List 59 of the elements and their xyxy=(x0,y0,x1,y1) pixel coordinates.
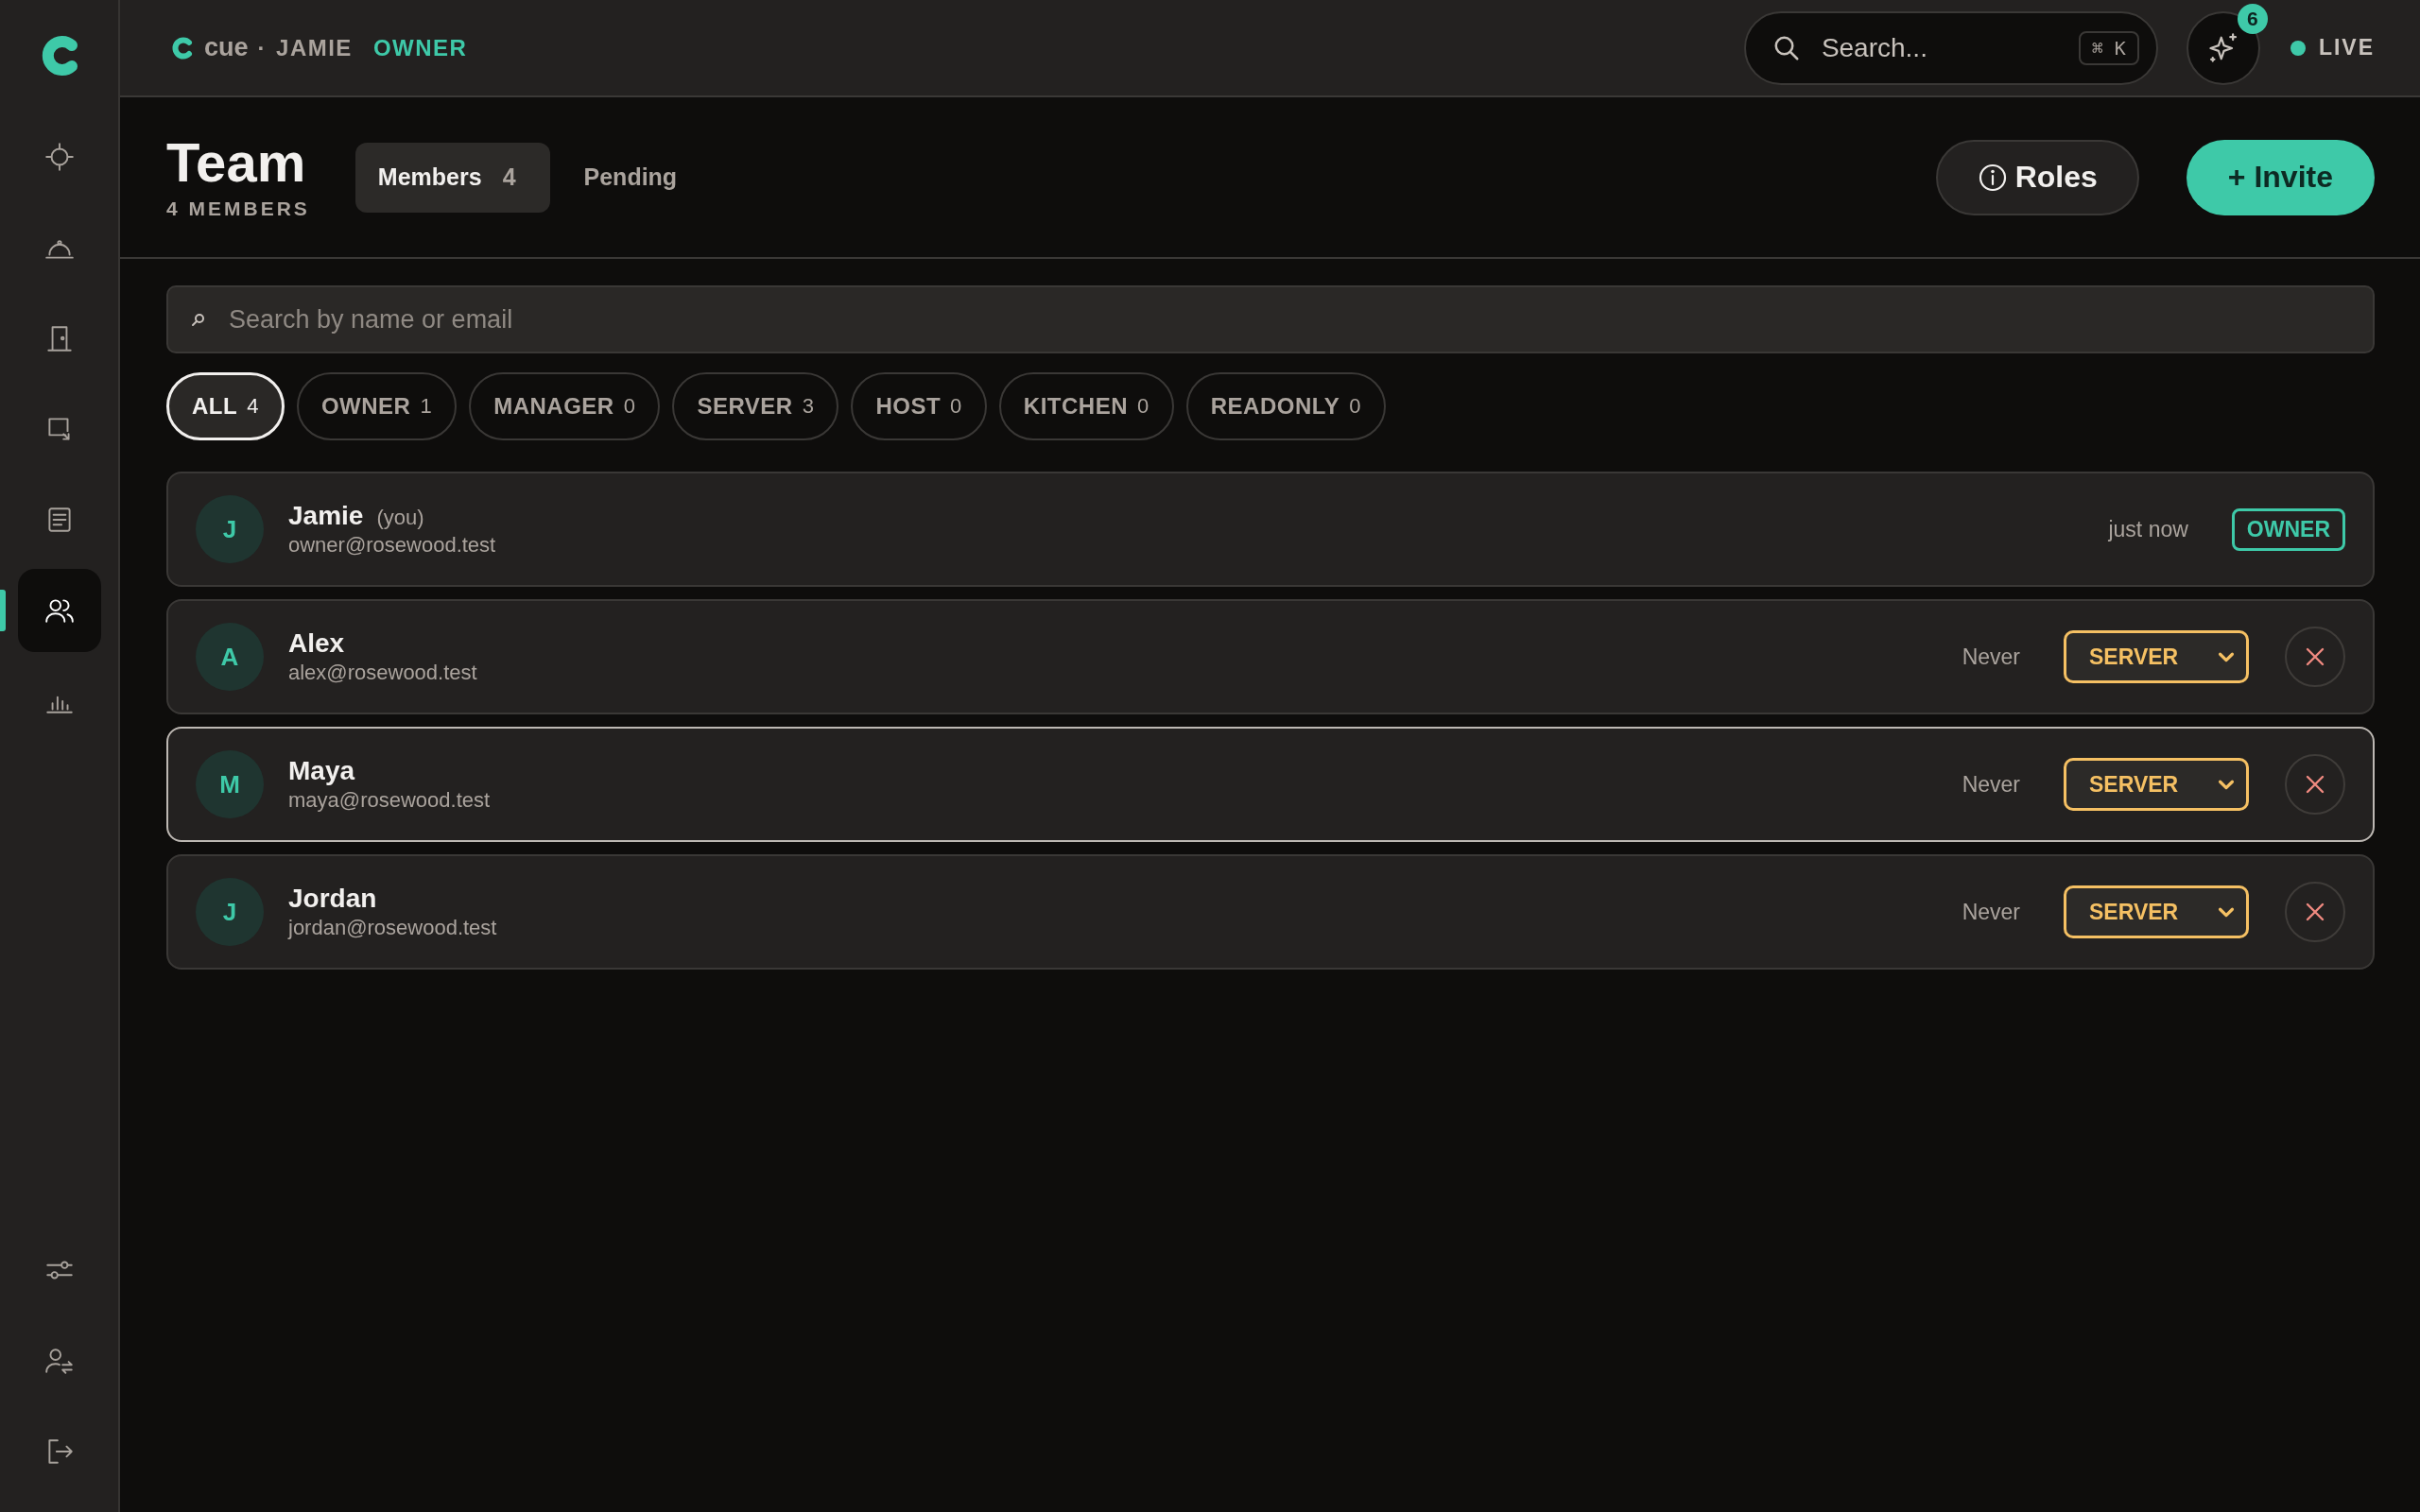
member-row[interactable]: J Jordan jordan@rosewood.test Never SERVER xyxy=(166,854,2375,970)
member-email: alex@rosewood.test xyxy=(288,661,478,685)
member-email: owner@rosewood.test xyxy=(288,533,497,558)
role-select[interactable]: SERVER xyxy=(2064,885,2249,938)
member-name: Maya xyxy=(288,756,355,786)
filter-chip[interactable]: ALL 4 xyxy=(166,372,285,440)
logo-icon xyxy=(170,35,195,60)
member-row[interactable]: M Maya maya@rosewood.test Never SERVER xyxy=(166,727,2375,842)
filter-chip[interactable]: READONLY 0 xyxy=(1185,372,1386,440)
role-badge: OWNER xyxy=(2231,507,2345,551)
role-select[interactable]: SERVER xyxy=(2064,758,2249,811)
user-role: OWNER xyxy=(372,34,468,61)
nav-item[interactable] xyxy=(17,569,101,652)
role-select[interactable]: SERVER xyxy=(2064,630,2249,683)
brand-name: cue xyxy=(204,33,249,62)
status-dot xyxy=(2290,40,2306,56)
close-icon xyxy=(2304,901,2326,923)
close-icon xyxy=(2304,773,2326,796)
member-email: jordan@rosewood.test xyxy=(288,916,498,940)
member-name: Jordan xyxy=(288,884,377,914)
filter-chip[interactable]: HOST 0 xyxy=(851,372,987,440)
active-indicator xyxy=(0,590,6,631)
last-seen: just now xyxy=(2108,516,2188,542)
tab[interactable]: Members 4 xyxy=(354,142,550,213)
member-email: maya@rosewood.test xyxy=(288,788,492,813)
avatar: J xyxy=(196,495,264,563)
user-name: JAMIE xyxy=(276,34,353,61)
close-icon xyxy=(2304,645,2326,668)
remove-button[interactable] xyxy=(2285,882,2345,942)
member-row[interactable]: A Alex alex@rosewood.test Never SERVER xyxy=(166,599,2375,714)
avatar: M xyxy=(196,750,264,818)
filter-chip[interactable]: KITCHEN 0 xyxy=(998,372,1174,440)
member-name: Alex xyxy=(288,628,345,659)
status-label: LIVE xyxy=(2318,35,2375,60)
member-row[interactable]: J Jamie (you) owner@rosewood.test just now OWNER xyxy=(166,472,2375,587)
filter-chip[interactable]: SERVER 3 xyxy=(672,372,839,440)
filter-chip[interactable]: OWNER 1 xyxy=(296,372,458,440)
member-count: 4 MEMBERS xyxy=(166,197,310,220)
shortcut-hint: ⌘ K xyxy=(2078,30,2139,65)
last-seen: Never xyxy=(1962,644,2020,670)
avatar: A xyxy=(196,623,264,691)
last-seen: Never xyxy=(1962,899,2020,925)
remove-button[interactable] xyxy=(2285,627,2345,687)
crosshair-icon xyxy=(43,141,76,173)
last-seen: Never xyxy=(1962,771,2020,798)
filter-chip[interactable]: MANAGER 0 xyxy=(469,372,661,440)
separator: · xyxy=(257,34,268,61)
info-icon xyxy=(1977,162,2008,193)
roles-button[interactable]: Roles xyxy=(1935,139,2139,215)
avatar: J xyxy=(196,878,264,946)
member-name: Jamie xyxy=(288,501,364,531)
you-tag: (you) xyxy=(376,506,424,530)
remove-button[interactable] xyxy=(2285,754,2345,815)
page-title: Team xyxy=(166,134,307,190)
tab[interactable]: Pending xyxy=(561,142,712,213)
search-icon xyxy=(191,312,206,327)
search-field[interactable]: Search by name or email xyxy=(166,285,2375,353)
notification-badge: 6 xyxy=(2237,3,2268,34)
invite-button[interactable]: + Invite xyxy=(2186,139,2375,215)
